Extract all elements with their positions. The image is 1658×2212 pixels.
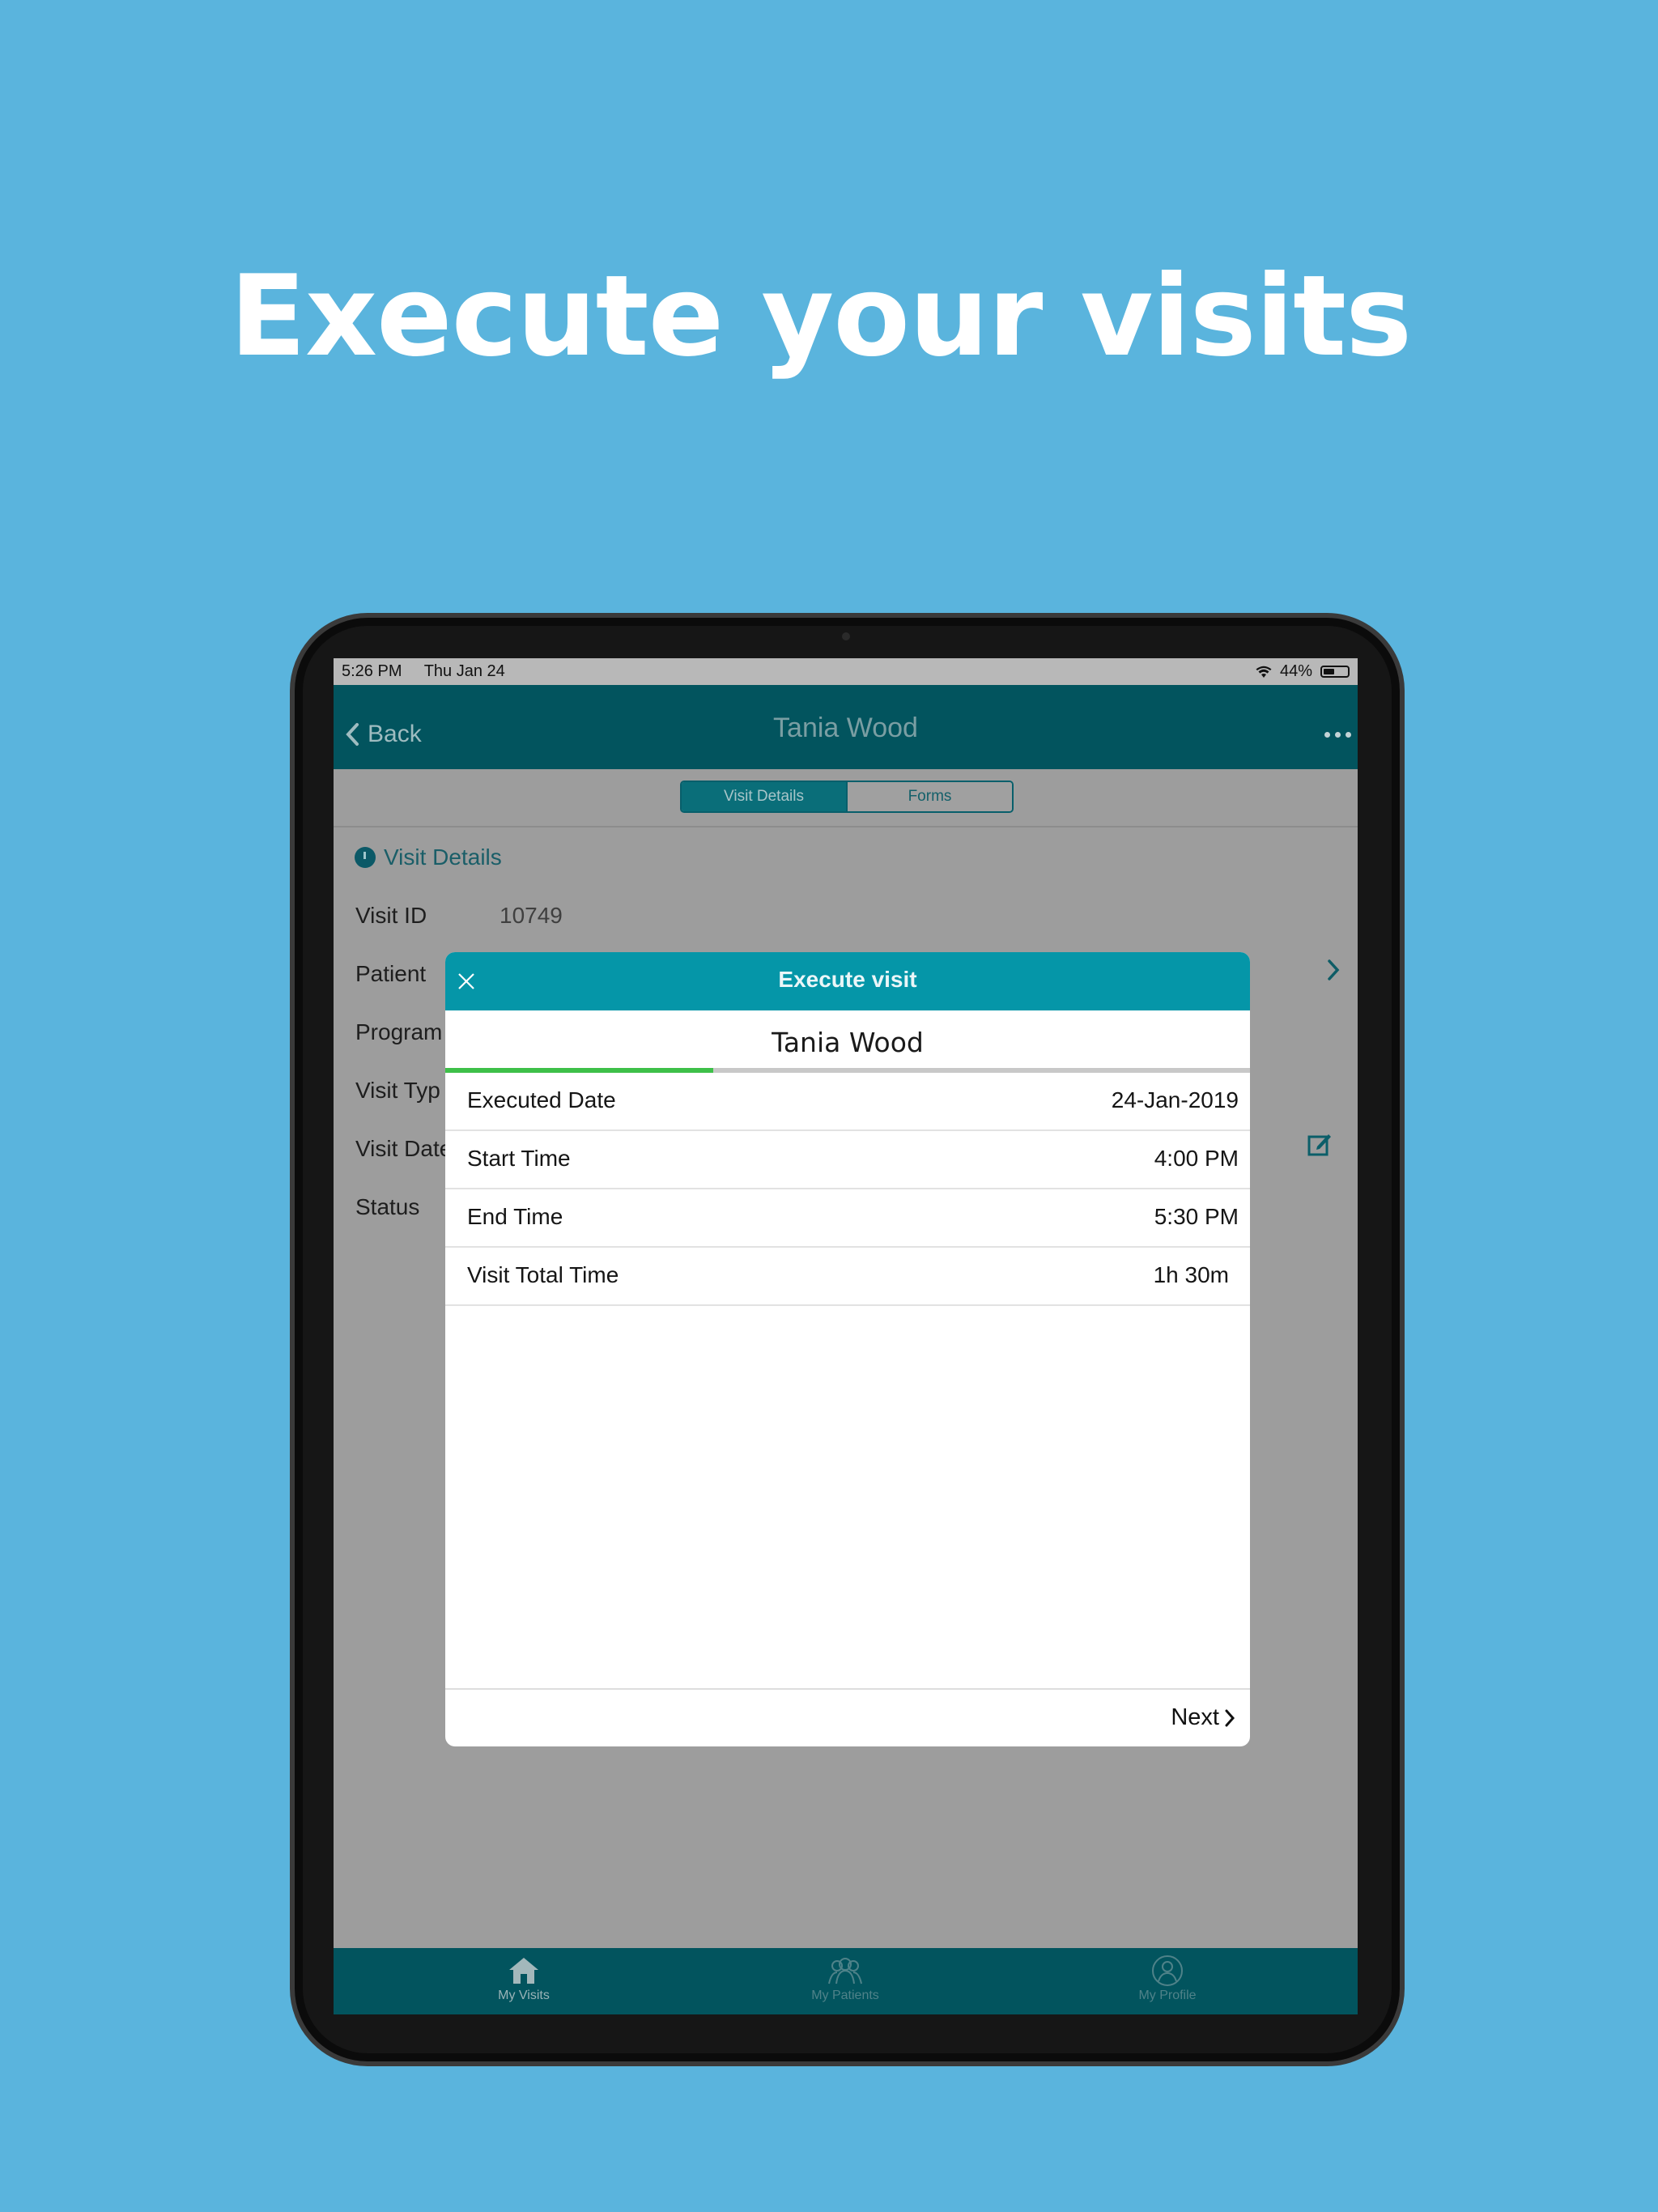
more-options-icon[interactable] (1324, 732, 1351, 738)
row-value: 5:30 PM (1154, 1204, 1239, 1229)
tab-my-profile[interactable]: My Profile (1086, 1955, 1248, 2003)
visit-id-label: Visit ID (355, 903, 427, 928)
patient-name: Tania Wood (772, 1027, 924, 1058)
home-icon (509, 1958, 538, 1984)
page-title: Tania Wood (773, 713, 918, 743)
start-time-row[interactable]: Start Time 4:00 PM (445, 1131, 1250, 1189)
executed-date-row[interactable]: Executed Date 24-Jan-2019 (445, 1073, 1250, 1131)
row-value: 24-Jan-2019 (1111, 1087, 1239, 1112)
visit-type-label: Visit Typ (355, 1078, 440, 1103)
edit-icon[interactable] (1307, 1132, 1332, 1156)
clock-icon (355, 847, 376, 868)
next-button[interactable]: Next (1171, 1704, 1235, 1731)
tab-visit-details[interactable]: Visit Details (682, 782, 846, 811)
total-time-row: Visit Total Time 1h 30m (445, 1248, 1250, 1306)
row-label: End Time (467, 1204, 563, 1229)
status-label: Status (355, 1194, 420, 1219)
chevron-right-icon[interactable] (1327, 959, 1340, 981)
modal-header: Execute visit (445, 952, 1250, 1010)
row-value: 4:00 PM (1154, 1146, 1239, 1171)
program-label: Program (355, 1019, 443, 1044)
wifi-icon (1256, 666, 1272, 678)
visit-date-label: Visit Date (355, 1136, 453, 1161)
camera-icon (842, 632, 850, 640)
segmented-control: Visit Details Forms (680, 781, 1014, 813)
tab-my-visits[interactable]: My Visits (443, 1955, 605, 2003)
status-date: Thu Jan 24 (423, 662, 505, 680)
battery-icon (1320, 666, 1350, 678)
chevron-right-icon (1225, 1709, 1235, 1726)
row-label: Visit Total Time (467, 1262, 619, 1287)
next-label: Next (1171, 1704, 1219, 1730)
end-time-row[interactable]: End Time 5:30 PM (445, 1189, 1250, 1248)
row-value: 1h 30m (1153, 1262, 1229, 1287)
row-label: Executed Date (467, 1087, 616, 1112)
profile-icon (1152, 1955, 1183, 1986)
tab-bar: My Visits My Patients My Profile (334, 1948, 1358, 2014)
modal-footer: Next (445, 1688, 1250, 1746)
divider (334, 826, 1358, 827)
headline: Execute your visits (229, 251, 1412, 381)
tab-my-patients[interactable]: My Patients (764, 1955, 926, 2003)
status-time: 5:26 PM (342, 662, 402, 680)
tab-label: My Patients (811, 1989, 879, 2002)
execute-visit-modal: Execute visit Tania Wood Executed Date 2… (445, 952, 1250, 1746)
patients-icon (828, 1958, 862, 1984)
tab-label: My Profile (1138, 1989, 1197, 2002)
patient-label: Patient (355, 961, 427, 986)
section-header: Visit Details (355, 844, 502, 870)
visit-id-value: 10749 (500, 903, 563, 928)
status-bar: 5:26 PM Thu Jan 24 44% (334, 658, 1358, 685)
nav-bar: Back Tania Wood (334, 685, 1358, 769)
battery-percent: 44% (1279, 662, 1312, 680)
row-label: Start Time (467, 1146, 571, 1171)
tab-forms[interactable]: Forms (846, 782, 1012, 811)
section-title: Visit Details (384, 844, 502, 870)
modal-title: Execute visit (778, 967, 917, 992)
tab-label: My Visits (498, 1989, 550, 2002)
